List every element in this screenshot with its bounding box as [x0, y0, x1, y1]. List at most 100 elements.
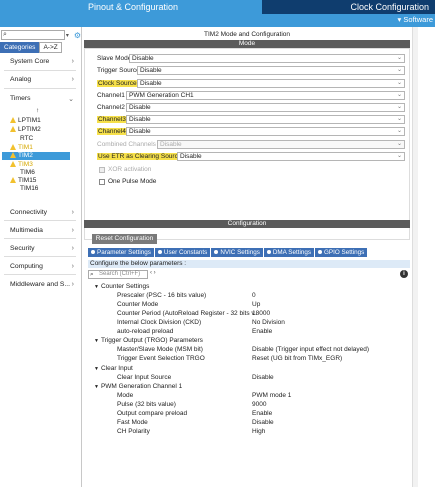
timer-item-rtc[interactable]: RTC	[10, 135, 80, 143]
category-system-core[interactable]: System Core ›	[10, 58, 74, 65]
chevron-down-icon: ⌄	[396, 153, 402, 159]
parameter-search-input[interactable]: ⌕ Search (Ctrl+F)	[88, 270, 148, 279]
timer-item-tim2[interactable]: TIM2	[2, 152, 70, 160]
field-channel3: Channel3	[97, 115, 127, 124]
tab-parameter-settings[interactable]: Parameter Settings	[88, 248, 154, 257]
category-multimedia[interactable]: Multimedia ›	[10, 227, 74, 234]
param-name: Master/Slave Mode (MSM bit)	[117, 346, 203, 353]
reset-configuration-button[interactable]: Reset Configuration	[92, 234, 157, 244]
param-value[interactable]: Enable	[252, 409, 272, 418]
check-icon	[91, 250, 95, 254]
tab-pinout-configuration[interactable]: Pinout & Configuration	[0, 0, 262, 14]
category-timers[interactable]: Timers ⌄	[10, 95, 74, 103]
group-clear-input[interactable]: ▼ Clear Input	[94, 364, 133, 373]
param-value[interactable]: Disable (Trigger input effect not delaye…	[252, 345, 369, 354]
configuration-header: Configuration	[84, 220, 410, 228]
category-security[interactable]: Security ›	[10, 245, 74, 252]
param-value[interactable]: 18000	[252, 309, 270, 318]
chevron-down-icon: ⌄	[396, 141, 402, 147]
main-panel: TIM2 Mode and Configuration Mode Slave M…	[84, 27, 435, 487]
search-icon: ⌕	[3, 31, 7, 38]
param-value[interactable]: PWM mode 1	[252, 391, 291, 400]
checkbox-label: XOR activation	[108, 166, 152, 173]
param-value[interactable]: Disable	[252, 418, 274, 427]
warning-icon	[10, 161, 16, 167]
top-bar: Pinout & Configuration Clock Configurati…	[0, 0, 435, 14]
timer-item-tim3[interactable]: TIM3	[10, 161, 80, 169]
param-value[interactable]: Up	[252, 300, 260, 309]
category-connectivity[interactable]: Connectivity ›	[10, 209, 74, 216]
param-name: Counter Mode	[117, 301, 159, 308]
use-etr-select[interactable]: Disable ⌄	[177, 152, 405, 161]
tab-a-z[interactable]: A->Z	[39, 42, 62, 53]
chevron-right-icon: ›	[71, 281, 74, 288]
tab-dma-settings[interactable]: DMA Settings	[263, 248, 315, 257]
tab-nvic-settings[interactable]: NVIC Settings	[211, 248, 263, 257]
sidebar-search-input[interactable]: ⌕	[1, 30, 65, 40]
one-pulse-mode-checkbox[interactable]: One Pulse Mode	[99, 178, 156, 185]
search-nav-icons[interactable]: ‹ ›	[150, 270, 156, 276]
select-value: Disable	[140, 67, 162, 74]
timer-item-tim16[interactable]: TIM16	[10, 185, 80, 193]
category-middleware[interactable]: Middleware and S... ›	[10, 281, 74, 288]
checkbox-label: One Pulse Mode	[108, 178, 157, 185]
param-name: Counter Period (AutoReload Register - 32…	[117, 310, 257, 317]
timer-label: TIM16	[20, 185, 39, 192]
chevron-down-icon: ▼	[94, 384, 99, 390]
slave-mode-select[interactable]: Disable ⌄	[129, 54, 405, 63]
param-value[interactable]: 0	[252, 291, 256, 300]
timer-item-tim6[interactable]: TIM6	[10, 169, 80, 177]
category-analog[interactable]: Analog ›	[10, 76, 74, 83]
param-value[interactable]: Disable	[252, 373, 274, 382]
channel3-select[interactable]: Disable ⌄	[126, 115, 405, 124]
chevron-down-icon: ▼	[94, 338, 99, 344]
trigger-source-select[interactable]: Disable ⌄	[137, 66, 405, 75]
timer-item-tim1[interactable]: TIM1	[10, 144, 80, 152]
category-computing[interactable]: Computing ›	[10, 263, 74, 270]
chevron-down-icon: ⌄	[396, 67, 402, 73]
group-trigger-output[interactable]: ▼ Trigger Output (TRGO) Parameters	[94, 336, 203, 345]
tab-gpio-settings[interactable]: GPIO Settings	[315, 248, 368, 257]
timer-label: TIM15	[18, 177, 37, 184]
channel2-select[interactable]: Disable ⌄	[126, 103, 405, 112]
info-icon[interactable]: i	[400, 270, 408, 278]
chevron-right-icon: ›	[71, 209, 74, 216]
clock-source-select[interactable]: Disable ⌄	[137, 79, 405, 88]
param-value[interactable]: Enable	[252, 327, 272, 336]
param-value[interactable]: No Division	[252, 318, 285, 327]
param-name: Pulse (32 bits value)	[117, 401, 176, 408]
tab-clock-configuration[interactable]: Clock Configuration	[262, 0, 435, 14]
check-icon	[214, 250, 219, 254]
timer-item-tim15[interactable]: TIM15	[10, 177, 80, 185]
param-value[interactable]: Reset (UG bit from TIMx_EGR)	[252, 354, 342, 363]
search-placeholder: Search (Ctrl+F)	[99, 271, 141, 277]
chevron-down-icon: ⌄	[396, 55, 402, 61]
param-name: Internal Clock Division (CKD)	[117, 319, 202, 326]
search-dropdown-icon[interactable]: ▾	[66, 32, 72, 39]
warning-icon	[10, 144, 16, 150]
chevron-down-icon: ⌄	[396, 92, 402, 98]
field-use-etr: Use ETR as Clearing Source	[97, 152, 183, 161]
channel4-select[interactable]: Disable ⌄	[126, 127, 405, 136]
timer-item-lptim1[interactable]: LPTIM1	[10, 117, 80, 125]
tab-user-constants[interactable]: User Constants	[154, 248, 211, 257]
gear-icon[interactable]: ⚙	[74, 31, 81, 40]
param-name: Prescaler (PSC - 16 bits value)	[117, 292, 207, 299]
software-packs-menu[interactable]: ▾ Software	[398, 15, 433, 24]
vertical-scrollbar[interactable]	[412, 27, 418, 487]
channel1-select[interactable]: PWM Generation CH1 ⌄	[126, 91, 405, 100]
select-value: Disable	[129, 104, 151, 111]
mode-section: Slave Mode Disable ⌄ Trigger Source Disab…	[84, 48, 410, 240]
left-sidebar: ⌕ ▾ ⚙ Categories A->Z System Core › Analo…	[0, 27, 82, 487]
timer-label: TIM3	[18, 161, 33, 168]
warning-icon	[10, 177, 16, 183]
group-pwm-channel-1[interactable]: ▼ PWM Generation Channel 1	[94, 382, 182, 391]
group-title: Counter Settings	[100, 283, 150, 290]
tab-categories[interactable]: Categories	[0, 42, 40, 53]
sub-bar: ▾ Software	[0, 14, 435, 27]
param-value[interactable]: 9000	[252, 400, 266, 409]
group-counter-settings[interactable]: ▼ Counter Settings	[94, 282, 149, 291]
timer-item-lptim2[interactable]: LPTIM2	[10, 126, 80, 134]
tab-label: DMA Settings	[272, 249, 312, 256]
param-value[interactable]: High	[252, 427, 265, 436]
